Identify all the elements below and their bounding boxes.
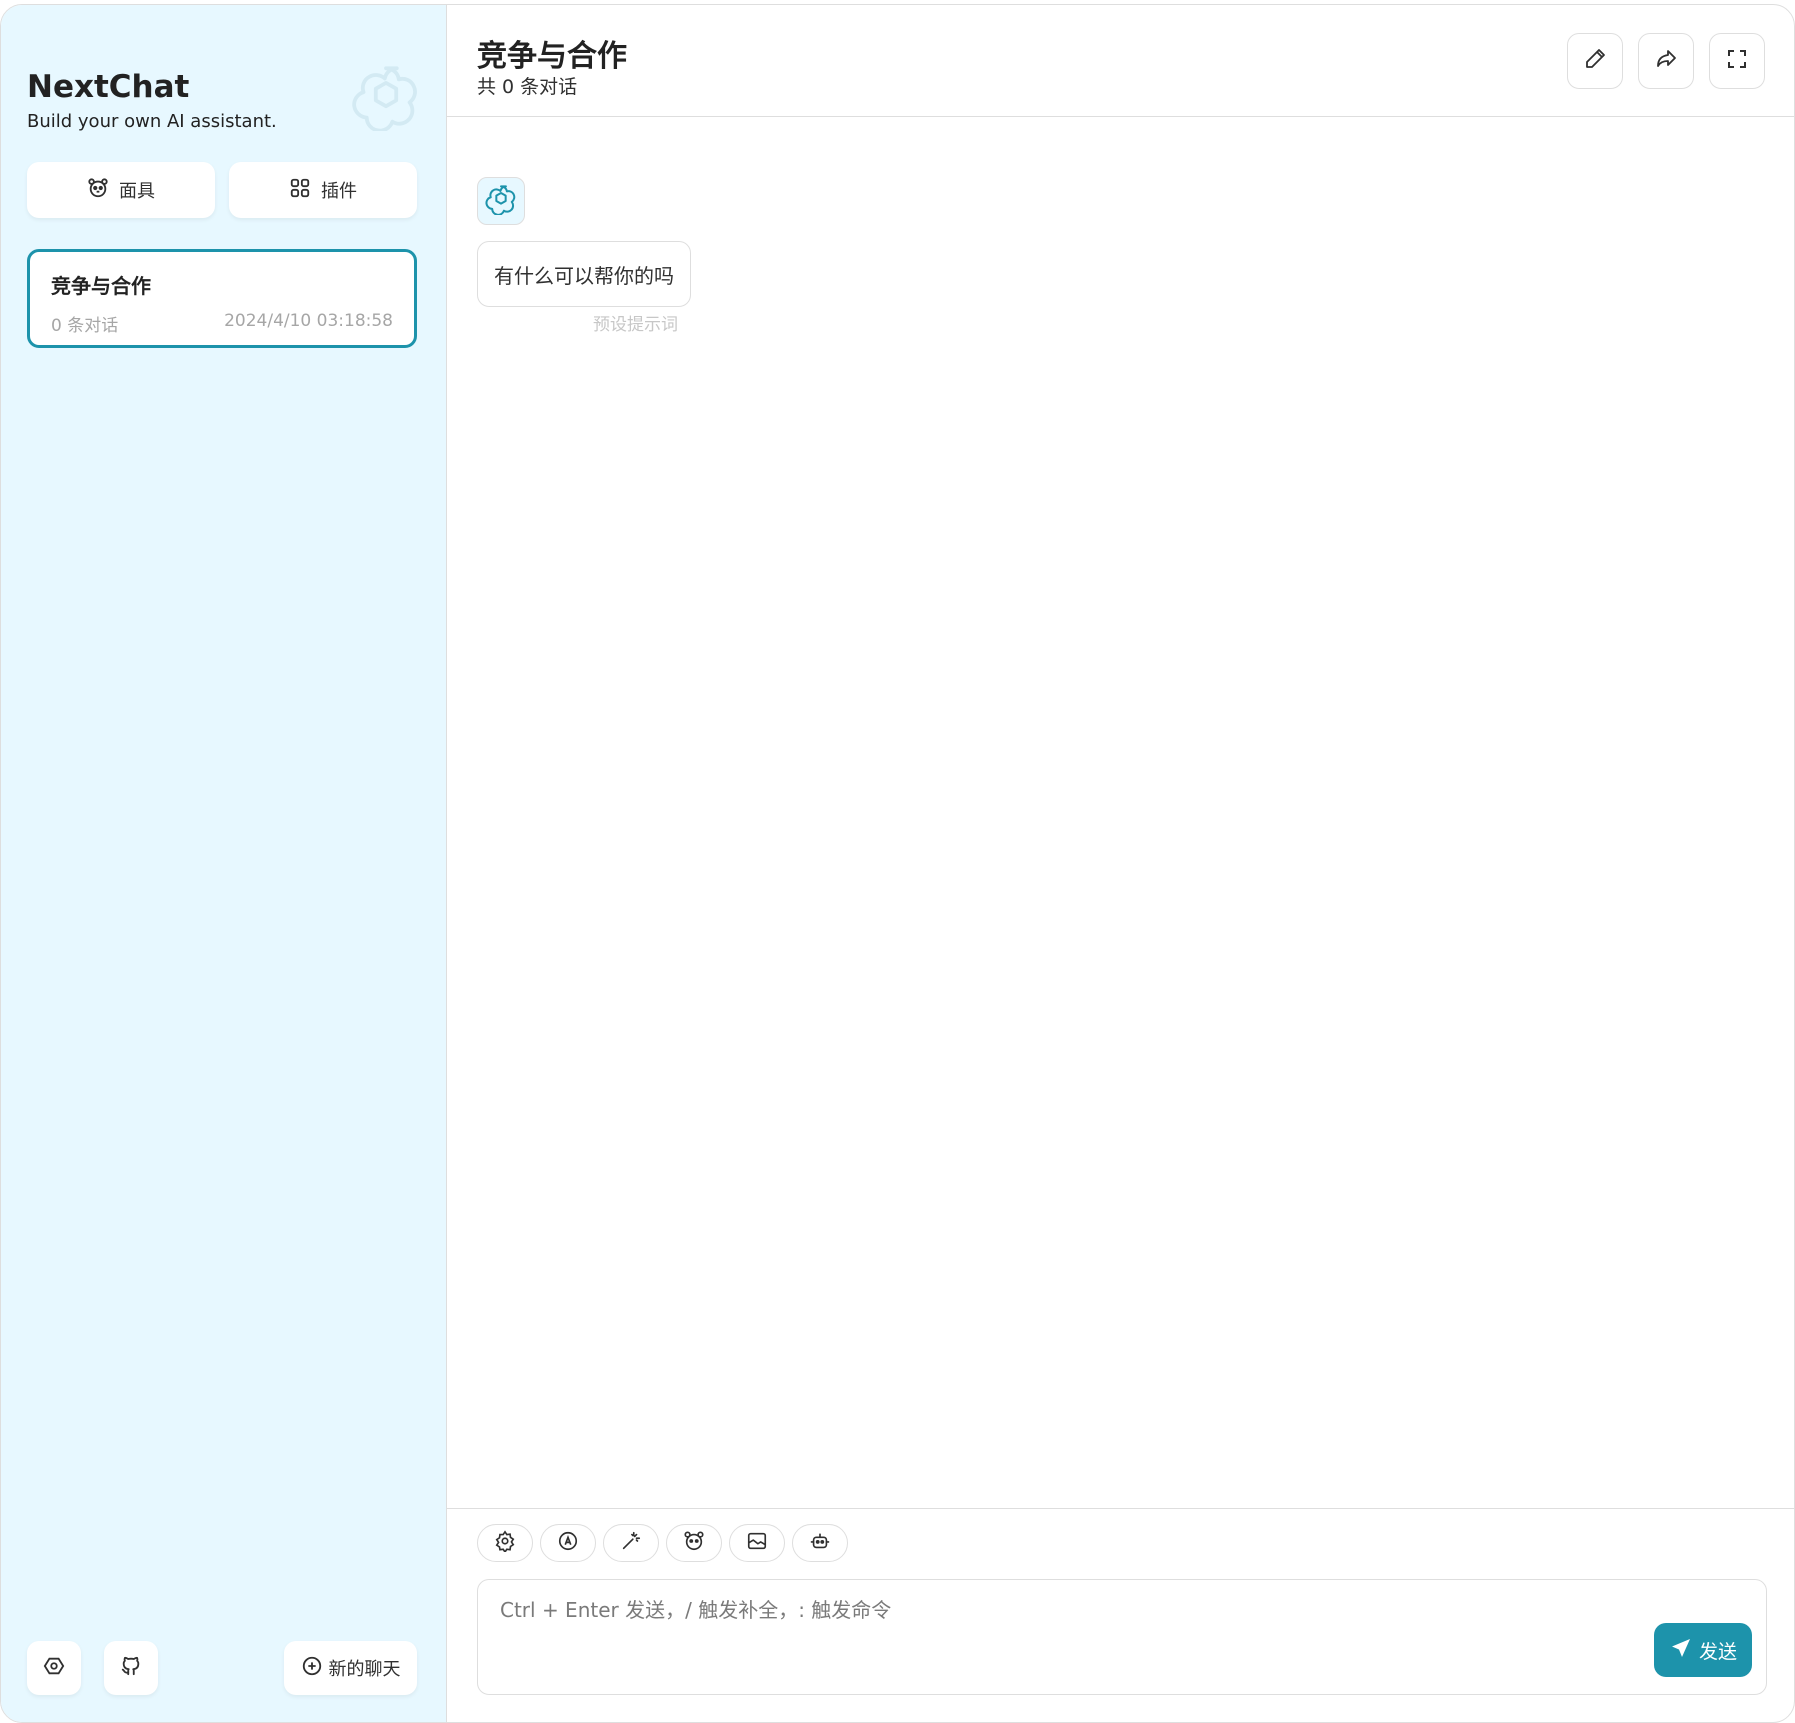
prompt-magic-icon bbox=[620, 1530, 642, 1556]
edit-button[interactable] bbox=[1567, 33, 1623, 89]
mask-icon bbox=[87, 177, 109, 204]
send-label: 发送 bbox=[1698, 1640, 1737, 1663]
fullscreen-icon bbox=[1725, 47, 1749, 75]
mask-button[interactable]: 面具 bbox=[27, 162, 215, 218]
chat-message-count: 共 0 条对话 bbox=[477, 76, 578, 98]
app-title: NextChat bbox=[27, 69, 190, 105]
fullscreen-button[interactable] bbox=[1709, 33, 1765, 89]
chat-header: 竞争与合作 共 0 条对话 bbox=[447, 5, 1794, 117]
new-chat-label: 新的聊天 bbox=[328, 1659, 401, 1680]
theme-button[interactable] bbox=[540, 1524, 596, 1562]
share-icon bbox=[1654, 47, 1678, 75]
theme-auto-icon bbox=[557, 1530, 579, 1556]
new-chat-button[interactable]: 新的聊天 bbox=[284, 1641, 417, 1695]
app-subtitle: Build your own AI assistant. bbox=[27, 111, 277, 132]
send-button[interactable]: 发送 bbox=[1654, 1623, 1752, 1677]
app-window: NextChat Build your own AI assistant. 面具 bbox=[0, 4, 1795, 1723]
chat-settings-button[interactable] bbox=[477, 1524, 533, 1562]
github-button[interactable] bbox=[104, 1641, 158, 1695]
settings-icon bbox=[494, 1530, 516, 1556]
plugin-icon bbox=[289, 177, 311, 204]
assistant-message: 有什么可以帮你的吗 bbox=[477, 241, 691, 307]
message-input-container: 发送 bbox=[477, 1579, 1767, 1695]
chat-list-item[interactable]: 竞争与合作 0 条对话 2024/4/10 03:18:58 bbox=[27, 249, 417, 348]
mask-button-label: 面具 bbox=[119, 181, 155, 202]
chat-title[interactable]: 竞争与合作 bbox=[477, 31, 627, 75]
chat-item-count: 0 条对话 bbox=[51, 316, 119, 336]
share-button[interactable] bbox=[1638, 33, 1694, 89]
image-icon bbox=[746, 1530, 768, 1556]
openai-logo-icon bbox=[485, 183, 517, 219]
plugin-button[interactable]: 插件 bbox=[229, 162, 417, 218]
chat-area: 竞争与合作 共 0 条对话 有什么可以帮你的吗 预设提示词 Ctrl + Ent… bbox=[447, 5, 1794, 1722]
message-input[interactable] bbox=[478, 1580, 1766, 1694]
openai-logo-icon bbox=[351, 61, 421, 133]
sidebar: NextChat Build your own AI assistant. 面具 bbox=[1, 5, 447, 1722]
robot-icon bbox=[809, 1530, 831, 1556]
plugin-button-label: 插件 bbox=[321, 181, 357, 202]
mask-icon bbox=[683, 1530, 705, 1556]
input-panel: 发送 bbox=[447, 1508, 1794, 1722]
github-icon bbox=[120, 1655, 142, 1681]
send-icon bbox=[1669, 1636, 1693, 1665]
chat-item-date: 2024/4/10 03:18:58 bbox=[224, 311, 393, 331]
edit-icon bbox=[1583, 47, 1607, 75]
image-button[interactable] bbox=[729, 1524, 785, 1562]
settings-icon bbox=[43, 1655, 65, 1681]
settings-button[interactable] bbox=[27, 1641, 81, 1695]
mask-tool-button[interactable] bbox=[666, 1524, 722, 1562]
robot-button[interactable] bbox=[792, 1524, 848, 1562]
assistant-avatar bbox=[477, 177, 525, 225]
message-meta: 预设提示词 bbox=[593, 315, 678, 335]
add-circle-icon bbox=[301, 1655, 323, 1682]
chat-item-title: 竞争与合作 bbox=[51, 274, 151, 298]
prompt-button[interactable] bbox=[603, 1524, 659, 1562]
